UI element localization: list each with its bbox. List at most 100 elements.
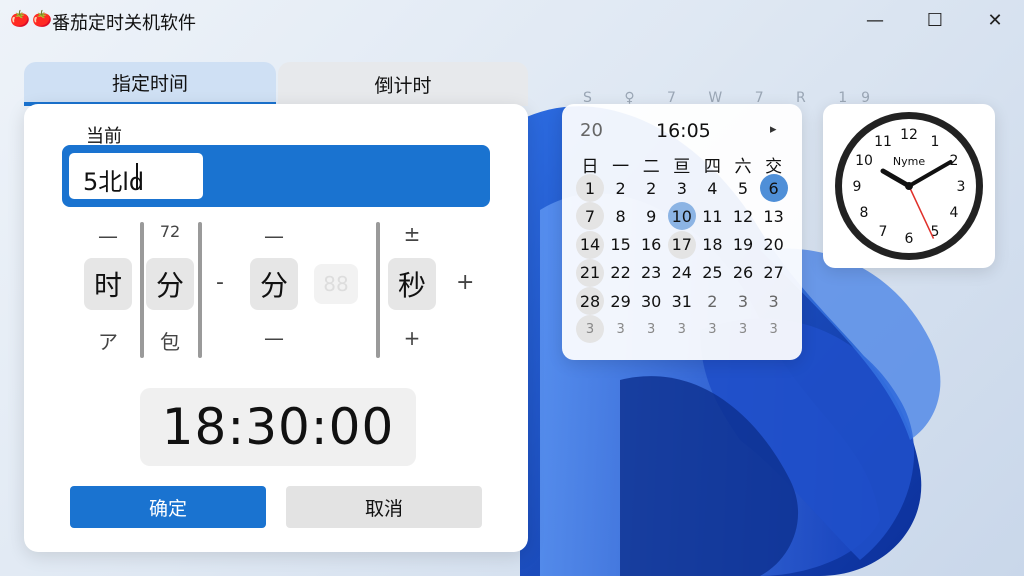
minute2-picker[interactable]: 分 [250, 258, 298, 310]
calendar-day[interactable]: 3 [729, 315, 757, 343]
window-title: 番茄定时关机软件 [52, 13, 196, 34]
hour-decrement[interactable]: — [86, 224, 130, 248]
minute-increment[interactable]: 包 [148, 326, 192, 355]
calendar-day[interactable]: 3 [576, 315, 604, 344]
calendar-day[interactable]: 7 [576, 202, 604, 231]
minimize-icon: — [866, 9, 884, 31]
minute2-value: 分 [259, 269, 288, 302]
second-increment[interactable]: + [390, 326, 434, 350]
calendar-day[interactable]: 17 [667, 230, 696, 259]
minute-decrement[interactable]: 72 [148, 222, 192, 241]
calendar-day[interactable]: 3 [668, 174, 696, 202]
calendar-title: 16:05 [656, 120, 711, 142]
calendar-day[interactable]: 6 [759, 174, 788, 203]
calendar-day[interactable]: 3 [729, 287, 757, 315]
calendar-day[interactable]: 3 [637, 315, 665, 343]
tab-label: 倒计时 [374, 74, 432, 97]
maximize-button[interactable]: ☐ [912, 4, 958, 36]
calendar-day[interactable]: 13 [760, 202, 788, 230]
calendar-day[interactable]: 3 [668, 315, 696, 343]
calendar-prev[interactable]: 20 [580, 120, 603, 141]
calendar-day[interactable]: 4 [698, 174, 726, 202]
time-setting-panel: 当前 5北ld — 时 ア 72 分 包 - — 分 — 88 ± 秒 + + … [24, 104, 528, 552]
calendar-day[interactable]: 10 [667, 202, 696, 231]
hour-picker[interactable]: 时 [84, 258, 132, 310]
calendar-day[interactable]: 18 [698, 231, 726, 259]
calendar-day[interactable]: 16 [637, 231, 665, 259]
calendar-day[interactable]: 2 [637, 174, 665, 202]
calendar-day[interactable]: 27 [760, 259, 788, 287]
calendar-day[interactable]: 15 [607, 231, 635, 259]
clock-numeral: 5 [931, 224, 940, 240]
clock-numeral: 7 [879, 224, 888, 240]
calendar-day[interactable]: 2 [698, 287, 726, 315]
second-value: 秒 [397, 269, 426, 302]
minute-picker[interactable]: 分 [146, 258, 194, 310]
minute2-increment[interactable]: — [252, 326, 296, 350]
calendar-day[interactable]: 9 [637, 202, 665, 230]
calendar-day[interactable]: 5 [729, 174, 757, 202]
second-decrement[interactable]: ± [390, 222, 434, 246]
hour-value: 时 [93, 269, 122, 302]
calendar-day[interactable]: 3 [698, 315, 726, 343]
clock-numeral: 1 [931, 134, 940, 150]
cancel-button[interactable]: 取消 [286, 486, 482, 528]
calendar-day[interactable]: 3 [760, 287, 788, 315]
clock-numeral: 10 [855, 153, 873, 169]
close-button[interactable]: ✕ [972, 4, 1018, 36]
clock-numeral: 11 [874, 134, 892, 150]
calendar-widget: 20 16:05 ▸ 日一二亘四六交 1 2 2 3 4 5 6 7 8 9 10 11 12 13 14 15… [562, 104, 802, 360]
title-bar: 🍅 🍅 番茄定时关机软件 — ☐ ✕ [0, 0, 1024, 40]
calendar-day[interactable]: 12 [729, 202, 757, 230]
tab-label: 指定时间 [111, 72, 188, 95]
tomato-icon: 🍅 [10, 9, 30, 28]
hour-increment[interactable]: ア [86, 326, 130, 355]
text-caret [136, 163, 138, 190]
calendar-day[interactable]: 22 [607, 259, 635, 287]
calendar-day[interactable]: 20 [760, 231, 788, 259]
calendar-day[interactable]: 11 [698, 202, 726, 230]
separator-dash: - [216, 270, 224, 295]
clock-numeral: 12 [900, 127, 918, 143]
analog-clock-widget: Nyme 12 1 2 3 4 5 6 7 8 9 10 11 [823, 104, 995, 268]
clock-numeral: 4 [950, 205, 959, 221]
separator-plus: + [456, 270, 475, 295]
calendar-day[interactable]: 23 [637, 259, 665, 287]
input-selected-text: 5北ld [69, 153, 203, 199]
calendar-day[interactable]: 31 [668, 287, 696, 315]
column-divider [140, 222, 144, 358]
second-picker[interactable]: 秒 [388, 258, 436, 310]
clock-label: Nyme [893, 155, 925, 168]
clock-numeral: 6 [905, 231, 914, 247]
current-time-input[interactable]: 5北ld [62, 145, 490, 207]
calendar-day[interactable]: 29 [607, 287, 635, 315]
time-display: 18:30:00 [140, 388, 416, 466]
calendar-day[interactable]: 28 [576, 287, 604, 315]
calendar-day[interactable]: 30 [637, 287, 665, 315]
calendar-day[interactable]: 14 [576, 230, 604, 259]
minimize-button[interactable]: — [852, 4, 898, 36]
minute2-decrement[interactable]: — [252, 224, 296, 248]
close-icon: ✕ [987, 9, 1003, 31]
clock-numeral: 9 [853, 179, 862, 195]
tab-countdown[interactable]: 倒计时 [278, 62, 528, 106]
maximize-icon: ☐ [926, 9, 944, 31]
calendar-day[interactable]: 3 [607, 315, 635, 343]
calendar-day[interactable]: 2 [607, 174, 635, 202]
calendar-day[interactable]: 1 [576, 174, 604, 203]
ok-button[interactable]: 确定 [70, 486, 266, 528]
calendar-next-icon[interactable]: ▸ [770, 122, 777, 137]
calendar-day[interactable]: 8 [607, 202, 635, 230]
clock-face: Nyme 12 1234567891011 [835, 112, 983, 260]
calendar-day[interactable]: 21 [576, 258, 604, 287]
calendar-day[interactable]: 25 [698, 259, 726, 287]
input-value: 5北ld [83, 168, 145, 196]
calendar-day[interactable]: 19 [729, 231, 757, 259]
clock-numeral: 3 [957, 179, 966, 195]
column-divider [376, 222, 380, 358]
calendar-day[interactable]: 24 [668, 259, 696, 287]
faint-picker: 88 [314, 264, 358, 304]
calendar-day[interactable]: 3 [760, 315, 788, 343]
tab-specified-time[interactable]: 指定时间 [24, 62, 276, 106]
calendar-day[interactable]: 26 [729, 259, 757, 287]
